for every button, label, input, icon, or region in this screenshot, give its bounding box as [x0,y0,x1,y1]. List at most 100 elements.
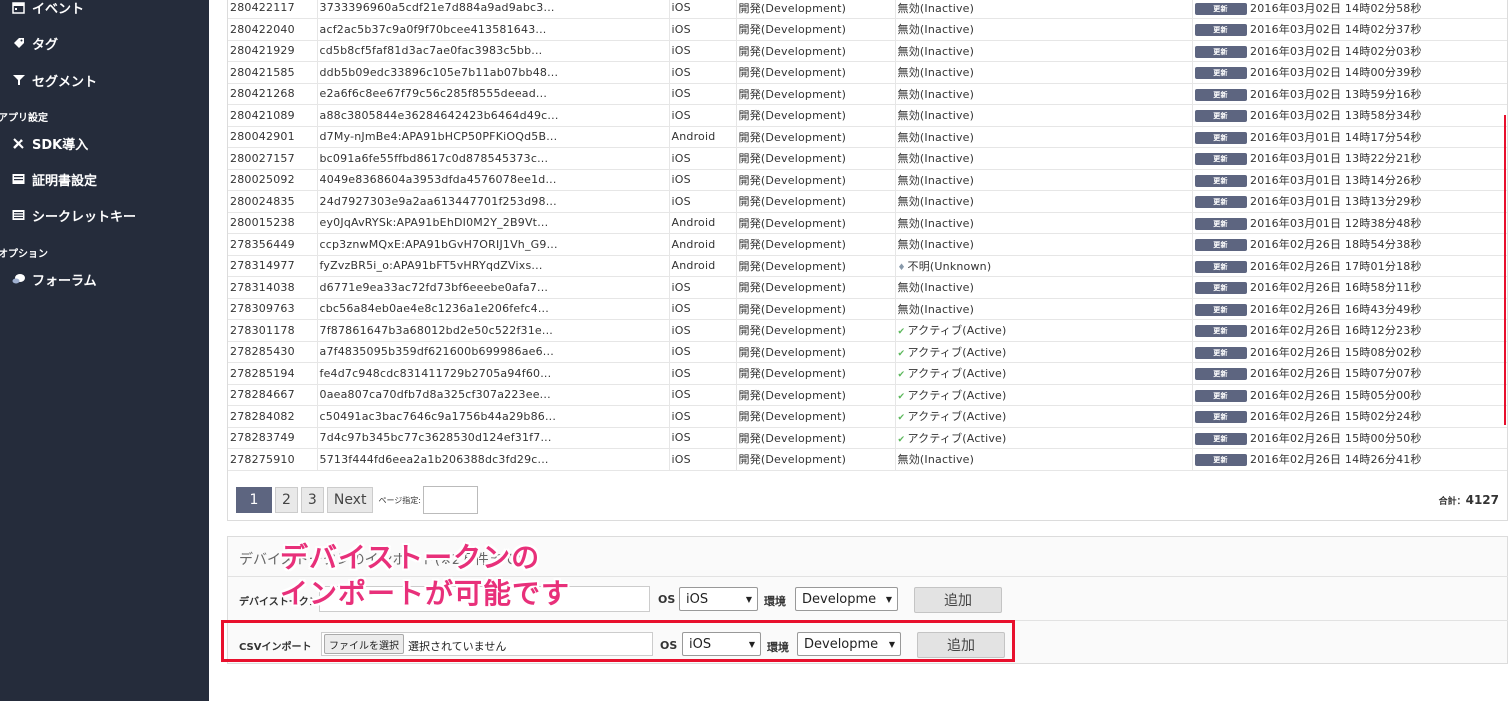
update-button[interactable]: 更新 [1194,196,1247,209]
cell-date: 2016年03月02日 14時02分03秒 [1248,40,1507,62]
update-button[interactable]: 更新 [1194,110,1247,123]
cell-date: 2016年02月26日 15時07分07秒 [1248,362,1507,385]
update-button[interactable]: 更新 [1194,432,1247,445]
cell-status: 無効(Inactive) [895,18,1193,41]
os-select[interactable]: iOS ▼ [679,587,758,611]
cell-environment: 開発(Development) [736,83,896,105]
cell-status: 無効(Inactive) [895,169,1193,191]
table-row: 280421585 ddb5b09edc33896c105e7b11ab07bb4… [228,61,1507,84]
cell-status: 無効(Inactive) [895,212,1193,234]
cell-environment: 開発(Development) [736,405,896,428]
cell-id: 278275910 [228,448,318,471]
cell-update: 更新 [1192,212,1248,234]
table-row: 278283749 7d4c97b345bc77c3628530d124ef31f… [228,427,1507,449]
cell-token: ey0JqAvRYSk:APA91bEhDI0M2Y_2B9Vt... [317,212,670,234]
cell-id: 278301178 [228,319,318,342]
cell-status: 無効(Inactive) [895,233,1193,256]
add-token-button[interactable]: 追加 [914,587,1002,613]
update-button[interactable]: 更新 [1194,454,1247,467]
update-button[interactable]: 更新 [1194,368,1247,381]
page-button-3[interactable]: 3 [300,487,324,513]
cell-id: 280025092 [228,169,318,191]
cell-id: 278314038 [228,276,318,299]
update-button[interactable]: 更新 [1194,389,1247,402]
cell-environment: 開発(Development) [736,104,896,127]
status-text: アクティブ(Active) [907,410,1007,424]
next-page-button[interactable]: Next [326,487,374,513]
table-row: 278284082 c50491ac3bac7646c9a1756b44a29b8… [228,405,1507,428]
update-button[interactable]: 更新 [1194,303,1247,316]
cell-status: 無効(Inactive) [895,126,1193,148]
tools-icon [11,136,26,151]
cell-date: 2016年02月26日 14時26分41秒 [1248,448,1507,471]
sidebar-item-secret-key[interactable]: シークレットキー [0,200,209,230]
cell-os: iOS [669,384,737,406]
update-button[interactable]: 更新 [1194,153,1247,166]
scroll-indicator [1504,115,1506,425]
status-text: 無効(Inactive) [897,23,975,37]
page-button-2[interactable]: 2 [275,487,298,513]
sidebar-item-sdk[interactable]: SDK導入 [0,128,209,158]
cell-status: ✔ アクティブ(Active) [895,427,1193,449]
cell-id: 278283749 [228,427,318,449]
cell-update: 更新 [1192,448,1248,471]
sidebar-item-segments[interactable]: セグメント [0,65,209,95]
update-button[interactable]: 更新 [1194,325,1247,338]
cell-update: 更新 [1192,147,1248,170]
cell-token: fe4d7c948cdc831411729b2705a94f60... [317,362,670,385]
annotation-line-1: デバイストークンの [280,541,541,574]
update-button[interactable]: 更新 [1194,67,1247,80]
update-button[interactable]: 更新 [1194,45,1247,58]
sidebar-item-label: フォーラム [32,273,97,289]
table-row: 280025092 4049e8368604a3953dfda4576078ee1… [228,169,1507,191]
env-select[interactable]: Developme ▼ [795,587,898,611]
sidebar-item-events[interactable]: イベント [0,0,209,22]
cell-id: 278285194 [228,362,318,385]
update-button[interactable]: 更新 [1194,131,1247,144]
cell-token: ccp3znwMQxE:APA91bGvH7ORIJ1Vh_G9... [317,233,670,256]
cell-status: 無効(Inactive) [895,276,1193,299]
cell-environment: 開発(Development) [736,276,896,299]
cell-token: 7d4c97b345bc77c3628530d124ef31f7... [317,427,670,449]
table-row: 280027157 bc091a6fe55ffbd8617c0d878545373… [228,147,1507,170]
cell-os: iOS [669,169,737,191]
status-text: 無効(Inactive) [897,152,975,166]
table-row: 280422117 3733396960a5cdf21e7d884a9ad9abc… [228,0,1507,19]
update-button[interactable]: 更新 [1194,260,1247,273]
update-button[interactable]: 更新 [1194,346,1247,359]
cell-update: 更新 [1192,0,1248,19]
cell-environment: 開発(Development) [736,212,896,234]
page-button-1[interactable]: 1 [236,487,272,513]
chevron-down-icon: ▼ [745,594,752,604]
page-jump-input[interactable] [423,486,479,514]
update-button[interactable]: 更新 [1194,174,1247,187]
update-button[interactable]: 更新 [1194,239,1247,252]
cell-date: 2016年02月26日 15時08分02秒 [1248,341,1507,363]
status-text: 無効(Inactive) [897,453,975,467]
cell-os: iOS [669,448,737,471]
cell-os: iOS [669,427,737,449]
update-button[interactable]: 更新 [1194,24,1247,37]
update-button[interactable]: 更新 [1194,217,1247,230]
cell-environment: 開発(Development) [736,298,896,320]
cell-os: iOS [669,405,737,428]
update-button[interactable]: 更新 [1194,282,1247,295]
sidebar-item-forum[interactable]: フォーラム [0,264,209,294]
table-row: 278285430 a7f4835095b359df621600b699986ae… [228,341,1507,363]
table-row: 278285194 fe4d7c948cdc831411729b2705a94f6… [228,362,1507,385]
cell-token: 4049e8368604a3953dfda4576078ee1d... [317,169,670,191]
check-icon: ✔ [897,348,906,359]
table-row: 280421089 a88c3805844e36284642423b6464d49… [228,104,1507,127]
cell-update: 更新 [1192,298,1248,320]
status-text: 無効(Inactive) [897,130,975,144]
sidebar-item-certificates[interactable]: 証明書設定 [0,164,209,194]
cell-date: 2016年02月26日 17時01分18秒 [1248,255,1507,277]
chevron-down-icon: ▼ [885,594,892,604]
update-button[interactable]: 更新 [1194,88,1247,101]
cell-token: bc091a6fe55ffbd8617c0d878545373c... [317,147,670,170]
sidebar-item-tags[interactable]: タグ [0,28,209,58]
update-button[interactable]: 更新 [1194,2,1247,15]
os-select-value: iOS [686,591,709,607]
cell-update: 更新 [1192,276,1248,299]
update-button[interactable]: 更新 [1194,411,1247,424]
